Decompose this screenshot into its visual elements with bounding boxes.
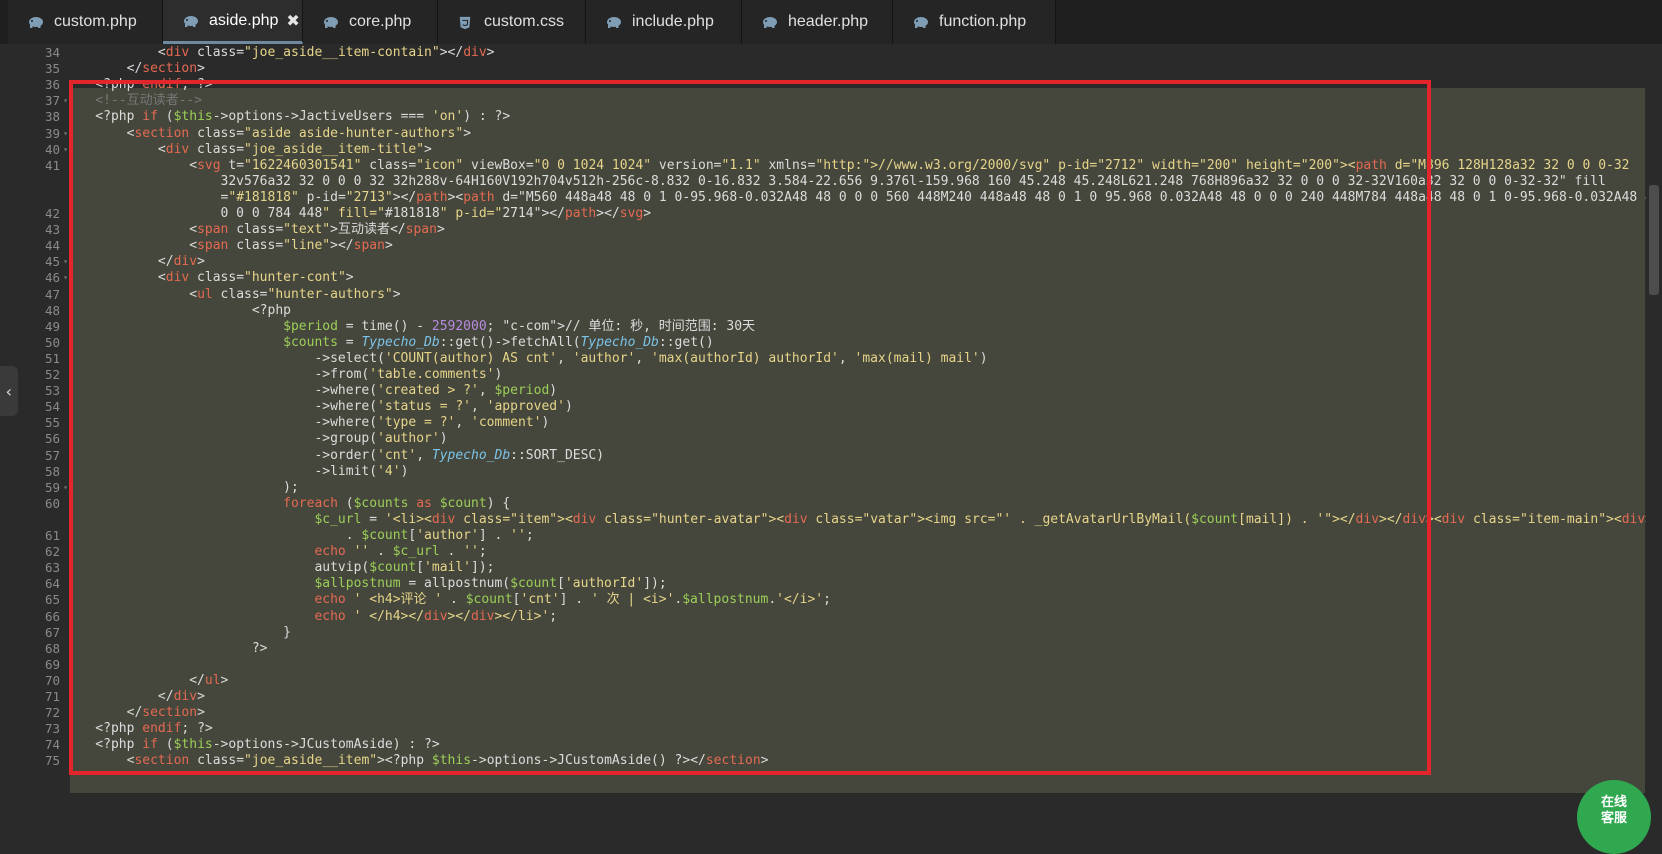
tab-label: include.php: [632, 13, 714, 30]
line-number: 69: [44, 657, 60, 672]
online-support-button[interactable]: 在线 客服: [1577, 780, 1651, 854]
line-number: 41: [44, 158, 60, 173]
php-elephant-icon: [606, 15, 622, 29]
tab-aside-php[interactable]: aside.php ✖: [163, 0, 303, 44]
line-number: 49: [44, 319, 60, 334]
line-number: 51: [44, 351, 60, 366]
tab-label: function.php: [939, 13, 1027, 30]
line-number: 50: [44, 335, 60, 350]
line-number: 34: [44, 45, 60, 60]
line-number: 56: [44, 431, 60, 446]
tab-core-php[interactable]: core.php: [303, 0, 438, 44]
chat-label-line1: 在线: [1600, 794, 1627, 809]
line-number: 71: [44, 689, 60, 704]
line-number: 60: [44, 496, 60, 511]
tab-label: custom.css: [484, 13, 565, 30]
line-number: [8, 189, 60, 206]
line-number: 38: [44, 109, 60, 124]
php-elephant-icon: [913, 15, 929, 29]
tab-label: custom.php: [54, 13, 137, 30]
line-number: 46 ▾: [44, 270, 68, 285]
line-number-gutter: 34 35 36 37 ▾ 38 39 ▾ 40 ▾ 41 42 43 44 45 ▾ 46 ▾ 47 48 49 50 5…: [8, 44, 68, 820]
code-line[interactable]: <div class="joe_aside__item-contain"></d…: [64, 44, 1644, 61]
line-number: 66: [44, 609, 60, 624]
line-number: 63: [44, 560, 60, 575]
tab-custom-css[interactable]: custom.css: [438, 0, 586, 44]
close-tab-icon[interactable]: ✖: [286, 11, 299, 31]
line-number: 57: [44, 448, 60, 463]
line-number: [8, 511, 60, 528]
line-number: [8, 173, 60, 190]
tab-label: header.php: [788, 13, 869, 30]
tab-function-php[interactable]: function.php: [893, 0, 1056, 44]
php-elephant-icon: [28, 15, 44, 29]
line-number: 70: [44, 673, 60, 688]
code-line[interactable]: </section>: [64, 60, 1644, 77]
line-number: 45 ▾: [44, 254, 68, 269]
line-number: 62: [44, 544, 60, 559]
line-number: 67: [44, 625, 60, 640]
line-number: 37 ▾: [44, 93, 68, 108]
line-number: 61: [44, 528, 60, 543]
highlight-annotation-box: [69, 80, 1431, 775]
line-number: 36: [44, 77, 60, 92]
line-number: 58: [44, 464, 60, 479]
line-number: 65: [44, 592, 60, 607]
scrollbar-thumb[interactable]: [1649, 185, 1659, 295]
tab-header-php[interactable]: header.php: [742, 0, 893, 44]
line-number: 55: [44, 415, 60, 430]
css3-icon: [458, 15, 474, 30]
chat-label-line2: 客服: [1600, 810, 1627, 825]
line-number: 43: [44, 222, 60, 237]
line-number: 35: [44, 61, 60, 76]
line-number: 42: [44, 206, 60, 221]
tab-label: aside.php: [209, 11, 279, 29]
line-number: 75: [44, 753, 60, 768]
tab-custom-php[interactable]: custom.php: [8, 0, 163, 44]
line-number: 72: [44, 705, 60, 720]
line-number: 64: [44, 576, 60, 591]
line-number: 48: [44, 303, 60, 318]
tab-include-php[interactable]: include.php: [586, 0, 742, 44]
line-number: 68: [44, 641, 60, 656]
line-number: 59 ▾: [44, 480, 68, 495]
php-elephant-icon: [323, 15, 339, 29]
php-elephant-icon: [762, 15, 778, 29]
tab-label: core.php: [349, 13, 412, 30]
collapse-panel-handle[interactable]: ‹: [0, 366, 18, 416]
line-number: 47: [44, 287, 60, 302]
line-number: 73: [44, 721, 60, 736]
line-number: 39 ▾: [44, 126, 68, 141]
vertical-scrollbar[interactable]: [1646, 88, 1662, 820]
tab-bar: custom.php aside.php ✖ core.php custom.css in…: [0, 0, 1662, 45]
php-elephant-icon: [183, 14, 199, 28]
line-number: 74: [44, 737, 60, 752]
line-number: 44: [44, 238, 60, 253]
line-number: 40 ▾: [44, 142, 68, 157]
